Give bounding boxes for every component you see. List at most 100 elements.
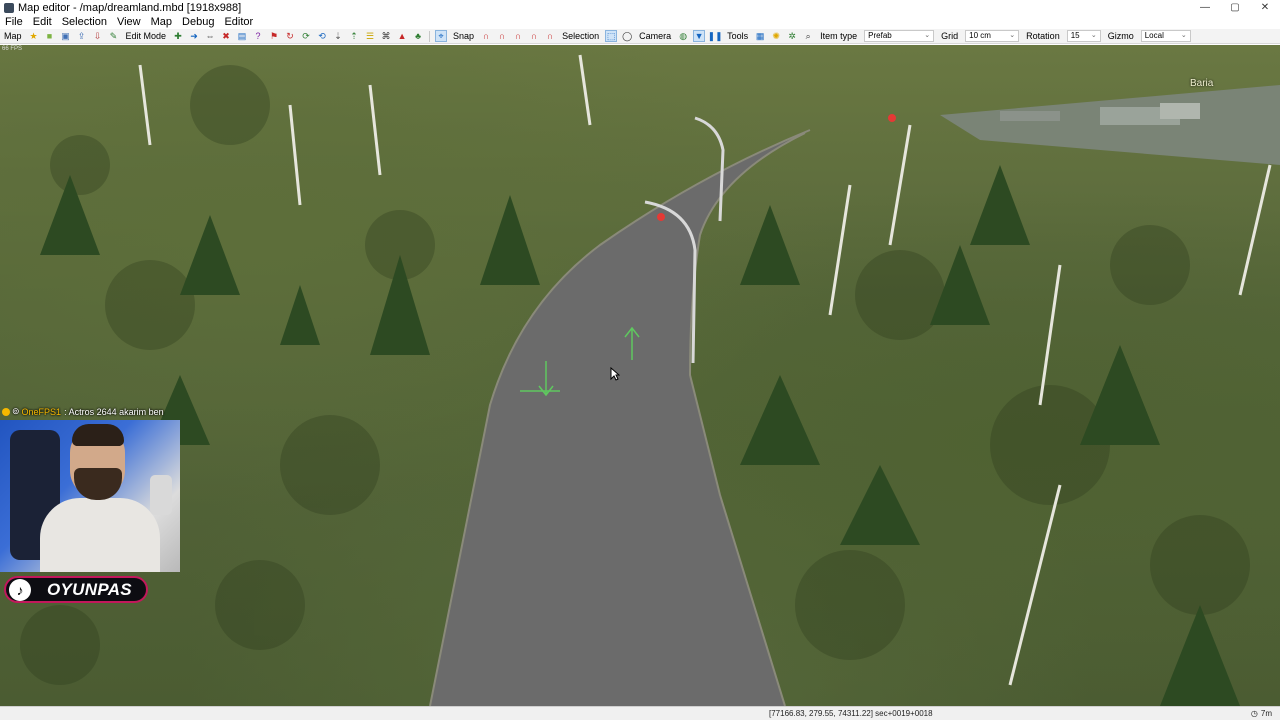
swap-icon[interactable]: ⇔ xyxy=(204,30,216,42)
grid-tool-icon[interactable]: ▦ xyxy=(754,30,766,42)
new-icon[interactable]: ■ xyxy=(44,30,56,42)
sync-icon[interactable]: ⟲ xyxy=(316,30,328,42)
map-viewport[interactable]: 66 FPS Baria ⊚ OneFPS1 : Actros 2644 aka… xyxy=(0,45,1280,706)
node-marker xyxy=(657,213,665,221)
chevron-down-icon: ⌄ xyxy=(1090,32,1097,39)
gizmo-value: Local xyxy=(1144,31,1164,40)
upload-icon[interactable]: ⇪ xyxy=(76,30,88,42)
star-icon[interactable]: ★ xyxy=(28,30,40,42)
pencil-icon[interactable]: ✎ xyxy=(108,30,120,42)
minimize-button[interactable]: — xyxy=(1190,0,1220,15)
close-button[interactable]: ✕ xyxy=(1250,0,1280,15)
distant-city xyxy=(940,85,1280,165)
fly-camera-icon[interactable]: ▼ xyxy=(693,30,706,42)
map-tool-label[interactable]: Map xyxy=(0,31,26,41)
magnet-icon[interactable]: ∩ xyxy=(480,30,492,42)
save-icon[interactable]: ▣ xyxy=(60,30,72,42)
fps-counter: 66 FPS xyxy=(2,46,23,52)
road-icon[interactable]: ☰ xyxy=(364,30,376,42)
grid-label: Grid xyxy=(941,31,959,41)
menu-edit[interactable]: Edit xyxy=(28,15,57,29)
toolbar: Map ★ ■ ▣ ⇪ ⇩ ✎ Edit Mode ✚ ➜ ⇔ ✖ ▤ ? ⚑ … xyxy=(0,29,1280,44)
tiktok-handle: OYUNPAS xyxy=(47,579,132,599)
camera-label[interactable]: Camera xyxy=(635,31,675,41)
tree-icon[interactable]: ♣ xyxy=(412,30,424,42)
building-icon[interactable]: ▲ xyxy=(396,30,408,42)
toolbar-separator xyxy=(429,30,431,42)
add-icon[interactable]: ✚ xyxy=(172,30,184,42)
delete-icon[interactable]: ✖ xyxy=(220,30,232,42)
app-icon xyxy=(4,2,14,13)
globe-icon[interactable]: ◍ xyxy=(677,30,689,42)
item-type-value: Prefab xyxy=(868,31,892,40)
magnet-node-icon[interactable]: ∩ xyxy=(496,30,508,42)
menu-bar: File Edit Selection View Map Debug Edito… xyxy=(0,15,1280,29)
magnet-item-icon[interactable]: ∩ xyxy=(528,30,540,42)
snap-toggle-icon[interactable]: ⌖ xyxy=(435,30,448,42)
snap-label[interactable]: Snap xyxy=(449,31,478,41)
menu-view[interactable]: View xyxy=(112,15,146,29)
gizmo-label: Gizmo xyxy=(1107,31,1134,41)
chat-message: ⊚ OneFPS1 : Actros 2644 akarim ben xyxy=(2,406,164,417)
menu-editor[interactable]: Editor xyxy=(219,15,258,29)
flag-icon[interactable]: ⚑ xyxy=(268,30,280,42)
window-title: Map editor - /map/dreamland.mbd [1918x98… xyxy=(18,1,242,14)
marker-icon[interactable]: ⇣ xyxy=(332,30,344,42)
chevron-down-icon: ⌄ xyxy=(924,32,931,39)
cursor-coordinates: [77166.83, 279.55, 74311.22] sec+0019+00… xyxy=(769,709,933,718)
chat-platform-icon: ⊚ xyxy=(12,406,20,416)
terrain-scene xyxy=(20,54,1280,706)
item-type-label: Item type xyxy=(820,31,858,41)
sun-icon[interactable]: ✺ xyxy=(770,30,782,42)
tools-label[interactable]: Tools xyxy=(723,31,752,41)
menu-selection[interactable]: Selection xyxy=(57,15,112,29)
clock-icon: ◷ xyxy=(1250,709,1258,718)
maximize-button[interactable]: ▢ xyxy=(1220,0,1250,15)
rotate-icon[interactable]: ↻ xyxy=(284,30,296,42)
rotation-value: 15 xyxy=(1070,31,1080,40)
streamer-hair xyxy=(72,424,124,446)
rect-select-icon[interactable]: ⬚ xyxy=(605,30,618,42)
selection-label[interactable]: Selection xyxy=(558,31,603,41)
chat-badge-icon xyxy=(2,407,10,416)
tiktok-icon: ♪ xyxy=(9,578,31,601)
status-distance: 7m xyxy=(1260,709,1272,718)
pause-icon[interactable]: ❚❚ xyxy=(708,30,723,42)
menu-debug[interactable]: Debug xyxy=(177,15,219,29)
status-bar: [77166.83, 279.55, 74311.22] sec+0019+00… xyxy=(0,706,1280,720)
map-editor-window: Map editor - /map/dreamland.mbd [1918x98… xyxy=(0,0,1280,720)
window-controls: — ▢ ✕ xyxy=(1190,0,1280,15)
node-marker xyxy=(888,114,896,122)
rotation-label: Rotation xyxy=(1026,31,1060,41)
city-label: Baria xyxy=(1190,78,1214,89)
item-type-select[interactable]: Prefab ⌄ xyxy=(864,30,935,42)
chat-text: : Actros 2644 akarim ben xyxy=(64,406,164,417)
menu-map[interactable]: Map xyxy=(146,15,177,29)
prefab-icon[interactable]: ⌘ xyxy=(380,30,392,42)
status-right: ◷ 7m xyxy=(1251,709,1272,718)
chat-username: OneFPS1 xyxy=(21,406,62,417)
move-icon[interactable]: ➜ xyxy=(188,30,200,42)
grid-select[interactable]: 10 cm ⌄ xyxy=(965,30,1020,42)
streamer-shirt xyxy=(40,498,160,572)
edit-mode-label[interactable]: Edit Mode xyxy=(122,31,171,41)
mouse-cursor-icon xyxy=(610,367,620,381)
gizmo-select[interactable]: Local ⌄ xyxy=(1140,30,1191,42)
magnet-grid-icon[interactable]: ∩ xyxy=(544,30,556,42)
lasso-icon[interactable]: ◯ xyxy=(621,30,633,42)
arrow-up-icon[interactable]: ⇡ xyxy=(348,30,360,42)
menu-file[interactable]: File xyxy=(0,15,28,29)
chevron-down-icon: ⌄ xyxy=(1009,32,1016,39)
help-icon[interactable]: ? xyxy=(252,30,264,42)
properties-icon[interactable]: ▤ xyxy=(236,30,248,42)
rotation-select[interactable]: 15 ⌄ xyxy=(1066,30,1101,42)
grid-value: 10 cm xyxy=(969,31,991,40)
tiktok-handle-bar: ♪ OYUNPAS xyxy=(4,576,148,603)
download-icon[interactable]: ⇩ xyxy=(92,30,104,42)
search-icon[interactable]: ⌕ xyxy=(802,30,814,42)
refresh-icon[interactable]: ⟳ xyxy=(300,30,312,42)
settings-icon[interactable]: ✲ xyxy=(786,30,798,42)
streamer-beard xyxy=(74,468,122,500)
magnet-road-icon[interactable]: ∩ xyxy=(512,30,524,42)
title-bar: Map editor - /map/dreamland.mbd [1918x98… xyxy=(0,0,1280,15)
